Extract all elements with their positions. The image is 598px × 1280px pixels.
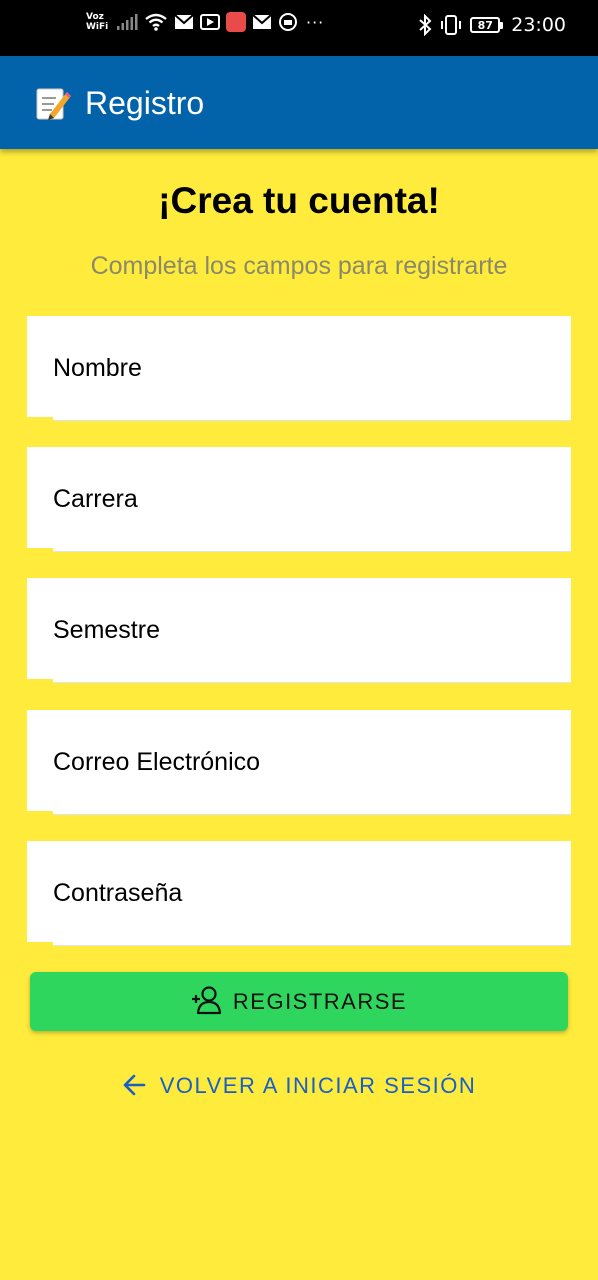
youtube-icon	[200, 14, 220, 30]
app-bar: Registro	[0, 56, 598, 149]
app-bar-title: Registro	[85, 85, 205, 121]
register-button[interactable]: REGISTRARSE	[30, 972, 568, 1031]
wifi-icon	[144, 12, 168, 32]
clock: 23:00	[511, 14, 566, 36]
name-field[interactable]	[27, 316, 571, 421]
password-input[interactable]	[27, 841, 571, 945]
battery-icon: 87	[470, 17, 504, 33]
status-bar: Voz WiFi ··· 87 23:00	[0, 0, 598, 56]
shop-app-icon	[226, 12, 246, 32]
mail-icon-2	[252, 14, 272, 30]
register-label: REGISTRARSE	[232, 988, 408, 1014]
bluetooth-icon	[418, 14, 432, 36]
signal-icon	[116, 13, 138, 31]
back-to-login-label: VOLVER A INICIAR SESIÓN	[159, 1073, 477, 1098]
email-field[interactable]	[27, 710, 571, 815]
mail-icon	[174, 14, 194, 30]
email-input[interactable]	[27, 710, 571, 814]
page-title: ¡Crea tu cuenta!	[158, 180, 440, 221]
back-to-login-link[interactable]: VOLVER A INICIAR SESIÓN	[0, 1066, 598, 1106]
career-input[interactable]	[27, 447, 571, 551]
wifi-label: WiFi	[86, 22, 109, 32]
download-icon	[278, 12, 298, 32]
voz-label: Voz	[86, 12, 104, 22]
page-subtitle: Completa los campos para registrarte	[90, 252, 508, 280]
status-icons-left: Voz WiFi ···	[86, 12, 324, 32]
memo-pencil-icon	[34, 84, 72, 122]
password-field[interactable]	[27, 841, 571, 946]
arrow-left-icon	[122, 1074, 146, 1099]
career-field[interactable]	[27, 447, 571, 552]
semester-field[interactable]	[27, 578, 571, 683]
voz-wifi-label: Voz WiFi	[86, 12, 110, 32]
semester-input[interactable]	[27, 578, 571, 682]
name-input[interactable]	[27, 316, 571, 420]
more-notifications-icon: ···	[306, 12, 325, 32]
add-user-icon	[191, 985, 223, 1018]
status-icons-right: 87 23:00	[418, 14, 566, 36]
vibrate-icon	[440, 14, 462, 36]
battery-level: 87	[470, 17, 501, 33]
